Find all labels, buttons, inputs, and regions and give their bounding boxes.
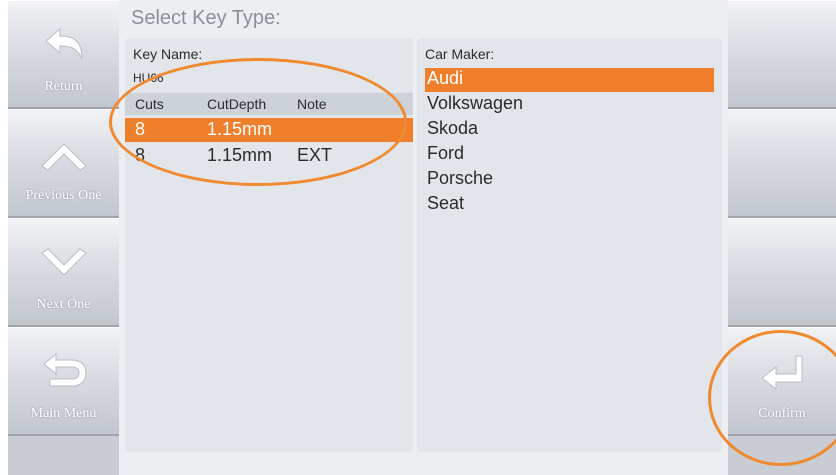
list-item-seat[interactable]: Seat: [425, 193, 714, 217]
table-row[interactable]: 8 1.15mm EXT: [125, 144, 413, 168]
table-row[interactable]: 8 1.15mm: [125, 118, 413, 142]
key-panel: Key Name: HU66 Cuts CutDepth Note 8 1.15…: [125, 38, 413, 452]
previous-one-button[interactable]: Previous One: [8, 109, 119, 218]
col-cutdepth: CutDepth: [207, 96, 267, 112]
device-screen: Return Previous One Next One Main Menu S…: [8, 0, 836, 475]
cell-depth: 1.15mm: [207, 145, 273, 165]
cell-cuts: 8: [135, 119, 146, 139]
empty-side-button: [728, 218, 836, 327]
list-item-audi[interactable]: Audi: [425, 68, 714, 92]
col-note: Note: [297, 96, 327, 112]
return-label: Return: [44, 79, 83, 94]
page-title: Select Key Type:: [131, 7, 281, 29]
confirm-label: Confirm: [758, 406, 806, 421]
key-name-label: Key Name:: [133, 46, 203, 62]
main-menu-button[interactable]: Main Menu: [8, 327, 119, 436]
chevron-up-icon: [40, 143, 87, 171]
right-nav: Confirm: [728, 0, 836, 475]
cell-note: EXT: [297, 145, 333, 165]
cell-depth: 1.15mm: [207, 119, 273, 139]
list-item-skoda[interactable]: Skoda: [425, 118, 714, 142]
cell-cuts: 8: [135, 145, 146, 165]
car-maker-panel: Car Maker: Audi Volkswagen Skoda Ford Po…: [417, 38, 722, 452]
list-item-volkswagen[interactable]: Volkswagen: [425, 93, 714, 117]
empty-side-button: [728, 0, 836, 109]
list-item-ford[interactable]: Ford: [425, 143, 714, 167]
next-one-button[interactable]: Next One: [8, 218, 119, 327]
next-one-label: Next One: [36, 297, 91, 312]
left-nav: Return Previous One Next One Main Menu: [8, 0, 119, 475]
main-area: Select Key Type: Key Name: HU66 Cuts Cut…: [119, 0, 728, 475]
key-name-value: HU66: [133, 71, 164, 85]
enter-arrow-icon: [761, 355, 803, 391]
list-item-porsche[interactable]: Porsche: [425, 168, 714, 192]
car-maker-label: Car Maker:: [425, 46, 495, 62]
previous-one-label: Previous One: [25, 188, 102, 203]
main-menu-label: Main Menu: [30, 406, 97, 421]
return-button[interactable]: Return: [8, 0, 119, 109]
table-header: Cuts CutDepth Note: [125, 93, 413, 115]
u-turn-back-icon: [42, 353, 87, 387]
chevron-down-icon: [40, 248, 87, 276]
confirm-button[interactable]: Confirm: [728, 327, 836, 436]
return-arrow-icon: [44, 28, 82, 60]
empty-side-button: [728, 109, 836, 218]
col-cuts: Cuts: [135, 96, 164, 112]
